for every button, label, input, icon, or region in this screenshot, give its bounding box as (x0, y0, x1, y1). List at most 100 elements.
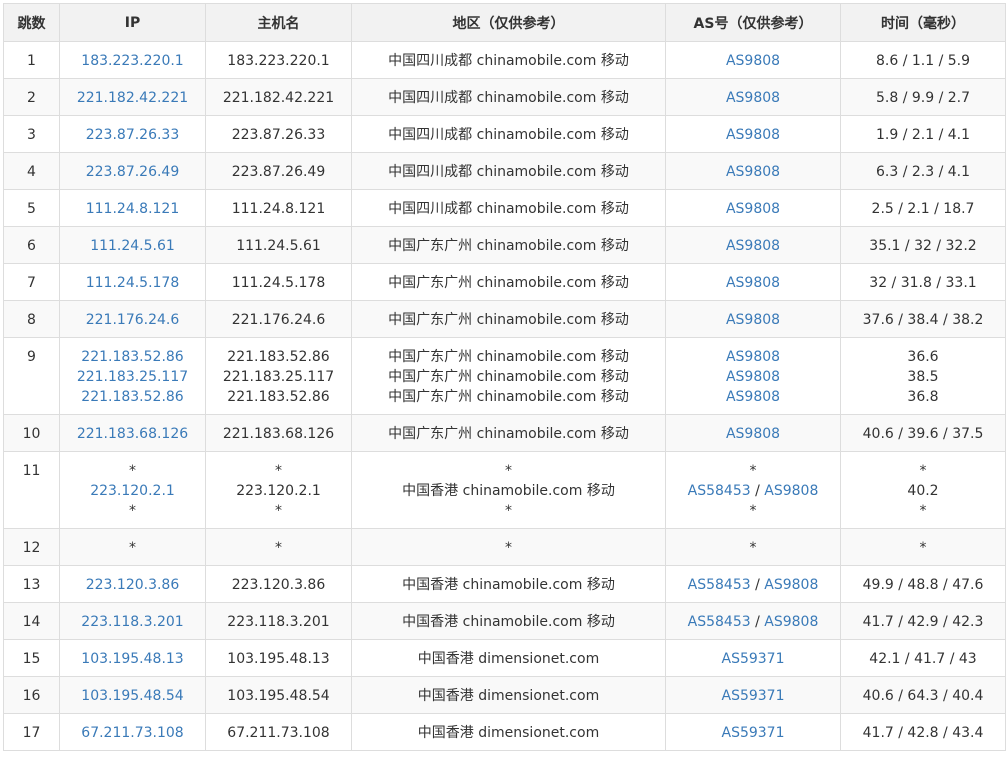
hop-number: 5 (3, 189, 60, 227)
hop-number: 10 (3, 414, 60, 452)
as-number-cell: AS9808 (665, 414, 841, 452)
ip-link-cell: 111.24.5.61 (59, 226, 206, 264)
hostname-cell: 223.87.26.33 (205, 115, 352, 153)
ip-link[interactable]: 221.176.24.6 (62, 310, 203, 330)
hop-number: 2 (3, 78, 60, 116)
no-response: * (505, 540, 512, 556)
header-as-number: AS号（仅供参考） (665, 3, 841, 42)
latency: 32 / 31.8 / 33.1 (869, 275, 977, 291)
as-line: * (668, 461, 838, 481)
hop-number: 17 (3, 713, 60, 751)
ip-link[interactable]: 221.183.52.86 (62, 347, 203, 367)
latency-cell: 37.6 / 38.4 / 38.2 (840, 300, 1006, 338)
no-response: * (129, 463, 136, 479)
as-link[interactable]: AS9808 (726, 53, 780, 69)
latency-cell: 5.8 / 9.9 / 2.7 (840, 78, 1006, 116)
ip-link[interactable]: 223.118.3.201 (62, 612, 203, 632)
table-row: 11 * 223.120.2.1 * * 223.120.2.1 * * 中国香港 chinam… (3, 451, 1006, 529)
as-link[interactable]: AS9808 (726, 164, 780, 180)
as-link[interactable]: AS9808 (726, 275, 780, 291)
as-link[interactable]: AS59371 (722, 725, 785, 741)
ip-link[interactable]: 111.24.5.61 (62, 236, 203, 256)
as-link[interactable]: AS58453 (688, 577, 751, 593)
ip-link-cell: 223.87.26.33 (59, 115, 206, 153)
ip-link[interactable]: 223.120.2.1 (62, 481, 203, 501)
hostname-cell: 103.195.48.54 (205, 676, 352, 714)
ip-link[interactable]: 221.182.42.221 (62, 88, 203, 108)
hostname-cell: 221.183.52.86 221.183.25.117 221.183.52.86 (205, 337, 352, 415)
as-number-cell: AS58453 / AS9808 (665, 602, 841, 640)
table-row: 2 221.182.42.221 221.182.42.221 中国四川成都 chin… (3, 78, 1006, 116)
as-line: * (668, 501, 838, 521)
hostname: 223.118.3.201 (227, 614, 330, 630)
as-number-cell: AS58453 / AS9808 (665, 565, 841, 603)
table-row: 6 111.24.5.61 111.24.5.61 中国广东广州 chinamobil… (3, 226, 1006, 264)
hop-number: 16 (3, 676, 60, 714)
ip-link[interactable]: 103.195.48.54 (62, 686, 203, 706)
hop-number: 1 (3, 41, 60, 79)
region: 中国广东广州 chinamobile.com 移动 (388, 238, 629, 254)
hop-number: 4 (3, 152, 60, 190)
ip-link[interactable]: 103.195.48.13 (62, 649, 203, 669)
ip-link-cell: 103.195.48.13 (59, 639, 206, 677)
hostname-cell: 111.24.5.178 (205, 263, 352, 301)
hostname: 221.183.68.126 (222, 426, 335, 442)
region-cell: 中国四川成都 chinamobile.com 移动 (351, 115, 666, 153)
hop-number: 15 (3, 639, 60, 677)
ip-link[interactable]: 183.223.220.1 (62, 51, 203, 71)
as-line: AS9808 (668, 125, 838, 145)
as-separator: / (750, 483, 765, 499)
as-link[interactable]: AS58453 (688, 483, 751, 499)
ip-link[interactable]: 221.183.68.126 (62, 424, 203, 444)
as-link[interactable]: AS9808 (764, 577, 818, 593)
ip-link[interactable]: 67.211.73.108 (62, 723, 203, 743)
as-link[interactable]: AS9808 (726, 349, 780, 365)
as-link[interactable]: AS9808 (726, 90, 780, 106)
ip-link[interactable]: 223.87.26.33 (62, 125, 203, 145)
as-link[interactable]: AS9808 (726, 426, 780, 442)
table-row: 5 111.24.8.121 111.24.8.121 中国四川成都 chinamob… (3, 189, 1006, 227)
latency: 42.1 / 41.7 / 43 (869, 651, 977, 667)
ip-link[interactable]: 223.120.3.86 (62, 575, 203, 595)
no-response: * (919, 503, 927, 519)
ip-link-cell: 223.120.3.86 (59, 565, 206, 603)
hostname-cell: 223.87.26.49 (205, 152, 352, 190)
latency-cell: 36.6 38.5 36.8 (840, 337, 1006, 415)
as-link[interactable]: AS9808 (726, 238, 780, 254)
hop-number: 14 (3, 602, 60, 640)
header-hostname: 主机名 (205, 3, 352, 42)
table-row: 3 223.87.26.33 223.87.26.33 中国四川成都 chinamob… (3, 115, 1006, 153)
as-number-cell: * AS58453 / AS9808 * (665, 451, 841, 529)
table-row: 4 223.87.26.49 223.87.26.49 中国四川成都 chinamob… (3, 152, 1006, 190)
as-separator: / (750, 577, 765, 593)
header-region: 地区（仅供参考） (351, 3, 666, 42)
latency: 36.6 (907, 349, 939, 365)
as-link[interactable]: AS9808 (764, 483, 818, 499)
hostname-cell: 221.183.68.126 (205, 414, 352, 452)
region: 中国四川成都 chinamobile.com 移动 (388, 164, 629, 180)
ip-link[interactable]: 111.24.5.178 (62, 273, 203, 293)
no-response: * (505, 503, 512, 519)
as-link[interactable]: AS9808 (764, 614, 818, 630)
as-number-cell: AS59371 (665, 676, 841, 714)
latency: 5.8 / 9.9 / 2.7 (875, 90, 971, 106)
as-line: AS9808 (668, 310, 838, 330)
as-link[interactable]: AS58453 (688, 614, 751, 630)
hostname: 111.24.5.178 (231, 275, 326, 291)
region: 中国广东广州 chinamobile.com 移动 (388, 369, 629, 385)
latency: 6.3 / 2.3 / 4.1 (875, 164, 971, 180)
region-cell: 中国四川成都 chinamobile.com 移动 (351, 41, 666, 79)
ip-link[interactable]: 223.87.26.49 (62, 162, 203, 182)
as-link[interactable]: AS59371 (722, 651, 785, 667)
table-row: 9 221.183.52.86 221.183.25.117 221.183.52.8… (3, 337, 1006, 415)
as-link[interactable]: AS9808 (726, 127, 780, 143)
ip-link[interactable]: 221.183.25.117 (62, 367, 203, 387)
as-link[interactable]: AS9808 (726, 389, 780, 405)
as-link[interactable]: AS9808 (726, 201, 780, 217)
region-cell: 中国广东广州 chinamobile.com 移动 (351, 300, 666, 338)
as-link[interactable]: AS9808 (726, 312, 780, 328)
ip-link[interactable]: 111.24.8.121 (62, 199, 203, 219)
ip-link[interactable]: 221.183.52.86 (62, 387, 203, 407)
as-link[interactable]: AS59371 (722, 688, 785, 704)
as-link[interactable]: AS9808 (726, 369, 780, 385)
